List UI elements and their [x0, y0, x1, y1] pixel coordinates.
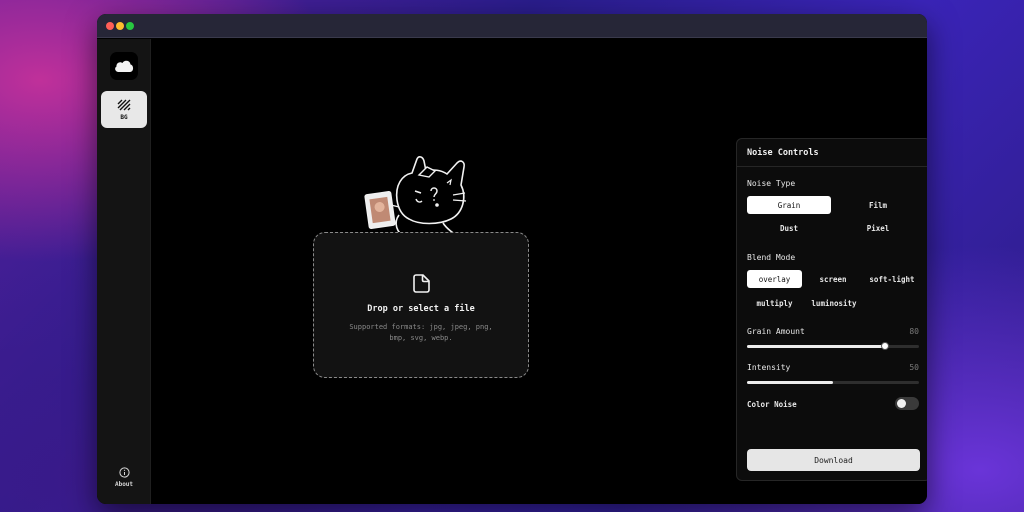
grain-amount-slider[interactable]	[747, 342, 919, 350]
blend-mode-label: Blend Mode	[747, 253, 796, 262]
dropzone-subtitle: Supported formats: jpg, jpeg, png, bmp, …	[349, 323, 493, 342]
color-noise-toggle[interactable]	[895, 397, 919, 410]
download-button[interactable]: Download	[747, 449, 920, 471]
grain-amount-fill	[747, 345, 885, 348]
sidebar-item-bg[interactable]: BG	[101, 91, 147, 128]
file-dropzone[interactable]: Drop or select a file Supported formats:…	[313, 232, 529, 378]
toggle-knob	[897, 399, 906, 408]
app-logo	[110, 52, 138, 80]
blend-mode-screen[interactable]: screen	[807, 270, 859, 288]
panel-title: Noise Controls	[737, 139, 927, 167]
cat-mascot-illustration	[364, 156, 467, 238]
info-icon	[118, 467, 130, 478]
close-window-button[interactable]	[106, 22, 114, 30]
noise-type-grain[interactable]: Grain	[747, 196, 831, 214]
main-area: Drop or select a file Supported formats:…	[152, 39, 927, 504]
intensity-value: 50	[909, 363, 919, 372]
blend-mode-soft-light[interactable]: soft-light	[863, 270, 921, 288]
file-icon	[413, 274, 430, 293]
noise-type-dust[interactable]: Dust	[747, 219, 831, 237]
color-noise-label: Color Noise	[747, 400, 797, 409]
grain-amount-thumb[interactable]	[880, 342, 889, 350]
sidebar-item-about[interactable]: About	[97, 467, 151, 488]
title-bar	[97, 14, 927, 38]
intensity-label: Intensity	[747, 363, 791, 372]
cloud-icon	[115, 60, 134, 72]
minimize-window-button[interactable]	[116, 22, 124, 30]
dropzone-title: Drop or select a file	[367, 304, 475, 314]
noise-type-film[interactable]: Film	[836, 196, 920, 214]
noise-controls-panel: Noise Controls Noise Type Grain Film Dus…	[736, 138, 927, 481]
noise-type-pixel[interactable]: Pixel	[836, 219, 920, 237]
intensity-fill	[747, 381, 833, 384]
grain-amount-label: Grain Amount	[747, 327, 805, 336]
intensity-slider[interactable]	[747, 381, 919, 384]
blend-mode-overlay[interactable]: overlay	[747, 270, 802, 288]
maximize-window-button[interactable]	[126, 22, 134, 30]
noise-pattern-icon	[117, 99, 131, 110]
blend-mode-multiply[interactable]: multiply	[747, 294, 802, 312]
grain-amount-value: 80	[909, 327, 919, 336]
app-window: BG About Drop or select a file Supported…	[97, 14, 927, 504]
sidebar: BG About	[97, 39, 151, 504]
noise-type-label: Noise Type	[747, 179, 796, 188]
blend-mode-luminosity[interactable]: luminosity	[807, 294, 861, 312]
sidebar-item-label: BG	[120, 113, 128, 121]
sidebar-item-label: About	[114, 481, 134, 488]
